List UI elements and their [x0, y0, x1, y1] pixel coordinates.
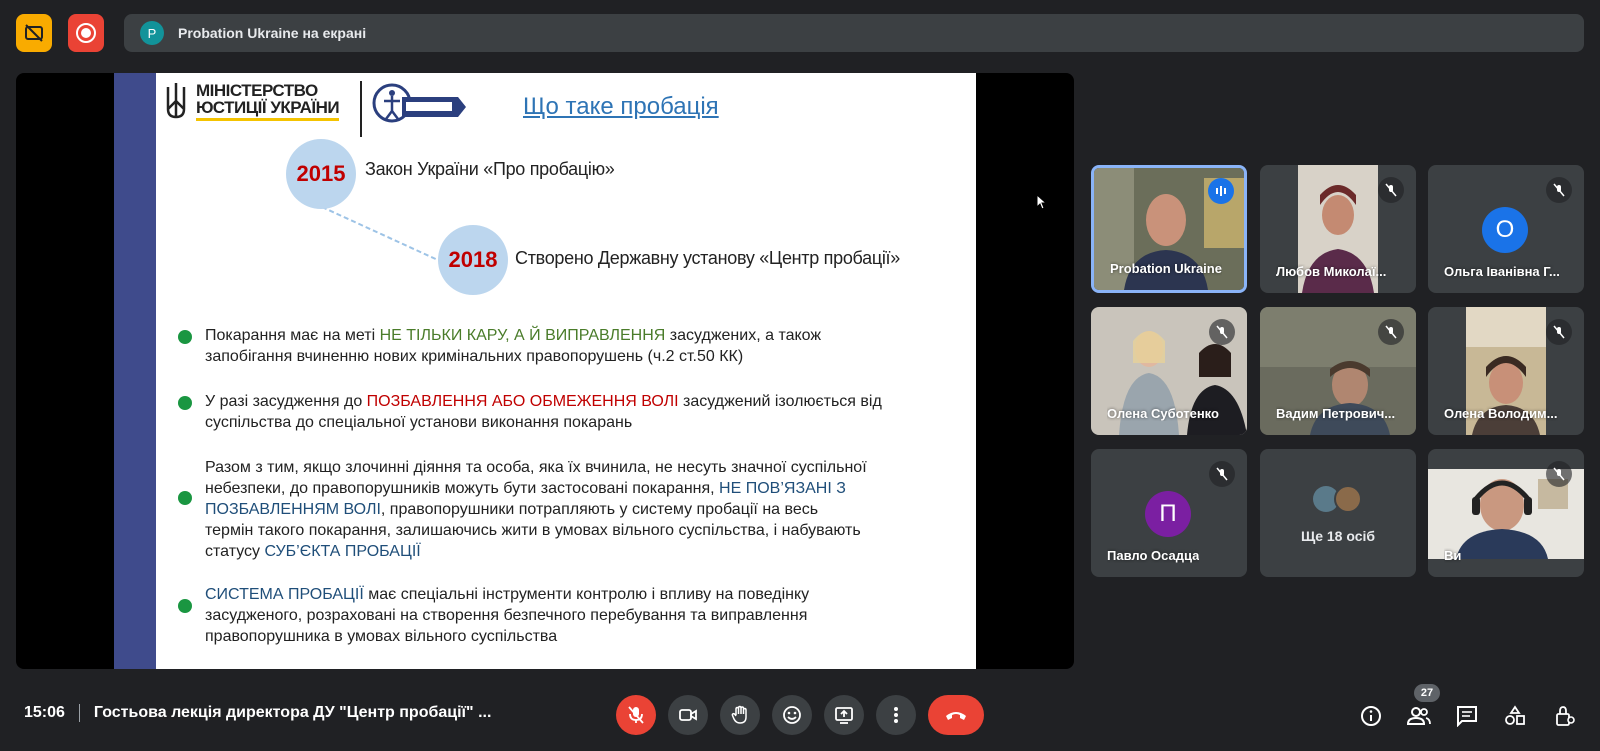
- participant-tile-self[interactable]: Ви: [1428, 449, 1584, 577]
- presenting-label: Probation Ukraine на екрані: [178, 25, 367, 41]
- participant-name: Олена Володим...: [1444, 406, 1558, 421]
- meeting-details-button[interactable]: [1357, 702, 1385, 730]
- mic-off-icon: [1209, 461, 1235, 487]
- avatar: О: [1482, 207, 1528, 253]
- participant-tile-6[interactable]: Олена Володим...: [1428, 307, 1584, 435]
- more-participants-tile[interactable]: Ще 18 осіб: [1260, 449, 1416, 577]
- no-captions-icon: [25, 24, 43, 42]
- mic-off-icon: [1378, 319, 1404, 345]
- hand-icon: [731, 705, 747, 724]
- bullet-dot: [178, 330, 192, 344]
- participant-tile-7[interactable]: П Павло Осадца: [1091, 449, 1247, 577]
- bullet-dot: [178, 396, 192, 410]
- more-participants-avatars-icon: [1313, 485, 1362, 513]
- participant-tile-2[interactable]: Любов Миколаї...: [1260, 165, 1416, 293]
- avatar: П: [1145, 491, 1191, 537]
- more-options-button[interactable]: [876, 695, 916, 735]
- bullet-dot: [178, 599, 192, 613]
- host-controls-button[interactable]: [1551, 702, 1579, 730]
- meeting-info: 15:06 Гостьова лекція директора ДУ "Цент…: [24, 704, 491, 722]
- recording-button[interactable]: [68, 14, 104, 52]
- timeline-text-2015: Закон України «Про пробацію»: [365, 159, 615, 179]
- participant-count-badge: 27: [1414, 684, 1440, 702]
- presenter-avatar: P: [140, 21, 164, 45]
- present-screen-button[interactable]: [824, 695, 864, 735]
- meeting-title: Гостьова лекція директора ДУ "Центр проб…: [93, 704, 492, 721]
- bullet-dot: [178, 491, 192, 505]
- captions-off-button[interactable]: [16, 14, 52, 52]
- more-participants-label: Ще 18 осіб: [1300, 528, 1376, 544]
- emoji-icon: [783, 706, 801, 724]
- activities-icon: [1505, 705, 1525, 725]
- reactions-button[interactable]: [772, 695, 812, 735]
- participant-name: Олена Суботенко: [1107, 406, 1219, 421]
- participant-tile-4[interactable]: Олена Суботенко: [1091, 307, 1247, 435]
- activities-button[interactable]: [1501, 702, 1529, 730]
- present-icon: [835, 707, 853, 724]
- more-vert-icon: [894, 707, 898, 723]
- participant-tile-3[interactable]: О Ольга Іванівна Г...: [1428, 165, 1584, 293]
- mic-toggle-button[interactable]: [616, 695, 656, 735]
- people-icon: [1407, 707, 1431, 725]
- mic-off-icon: [1546, 319, 1572, 345]
- record-icon: [76, 23, 96, 43]
- clock: 15:06: [24, 704, 65, 721]
- bullet-text: Разом з тим, якщо злочинні діяння та осо…: [205, 459, 867, 560]
- timeline-text-2018: Створено Державну установу «Центр пробац…: [515, 248, 900, 268]
- slide: МІНІСТЕРСТВО ЮСТИЦІЇ УКРАЇНИ Що таке про…: [114, 73, 976, 669]
- bullet-text: СИСТЕМА ПРОБАЦІЇ має спеціальні інструме…: [205, 586, 810, 645]
- participant-name: Ольга Іванівна Г...: [1444, 264, 1560, 279]
- presentation-stage: МІНІСТЕРСТВО ЮСТИЦІЇ УКРАЇНИ Що таке про…: [16, 73, 1074, 669]
- chat-button[interactable]: [1453, 702, 1481, 730]
- chat-icon: [1457, 706, 1477, 727]
- mic-off-icon: [1378, 177, 1404, 203]
- participant-name: Вадим Петрович...: [1276, 406, 1396, 421]
- mic-off-icon: [1546, 177, 1572, 203]
- speaking-indicator-icon: [1208, 178, 1234, 204]
- camera-toggle-button[interactable]: [668, 695, 708, 735]
- timeline-year-2018: 2018: [438, 225, 508, 295]
- mic-off-icon: [1209, 319, 1235, 345]
- video-camera-icon: [679, 709, 697, 721]
- participant-tile-5[interactable]: Вадим Петрович...: [1260, 307, 1416, 435]
- participant-name: Probation Ukraine: [1110, 261, 1222, 276]
- lock-person-icon: [1556, 706, 1575, 726]
- mouse-cursor-icon: [1036, 194, 1046, 210]
- mic-off-icon: [1546, 461, 1572, 487]
- info-icon: [1361, 706, 1381, 726]
- participant-name: Любов Миколаї...: [1276, 264, 1387, 279]
- mic-off-icon: [628, 706, 644, 724]
- raise-hand-button[interactable]: [720, 695, 760, 735]
- bullet-text: Покарання має на меті НЕ ТІЛЬКИ КАРУ, А …: [205, 327, 822, 365]
- bullet-text: У разі засудження до ПОЗБАВЛЕННЯ АБО ОБМ…: [205, 393, 882, 431]
- leave-call-button[interactable]: [928, 695, 984, 735]
- people-button[interactable]: [1405, 702, 1433, 730]
- participant-tile-probation-ukraine[interactable]: Probation Ukraine: [1091, 165, 1247, 293]
- participant-name: Ви: [1444, 548, 1462, 563]
- hang-up-icon: [946, 712, 966, 720]
- participant-name: Павло Осадца: [1107, 548, 1200, 563]
- timeline-year-2015: 2015: [286, 139, 356, 209]
- presentation-banner[interactable]: P Probation Ukraine на екрані: [124, 14, 1584, 52]
- divider: [78, 704, 80, 722]
